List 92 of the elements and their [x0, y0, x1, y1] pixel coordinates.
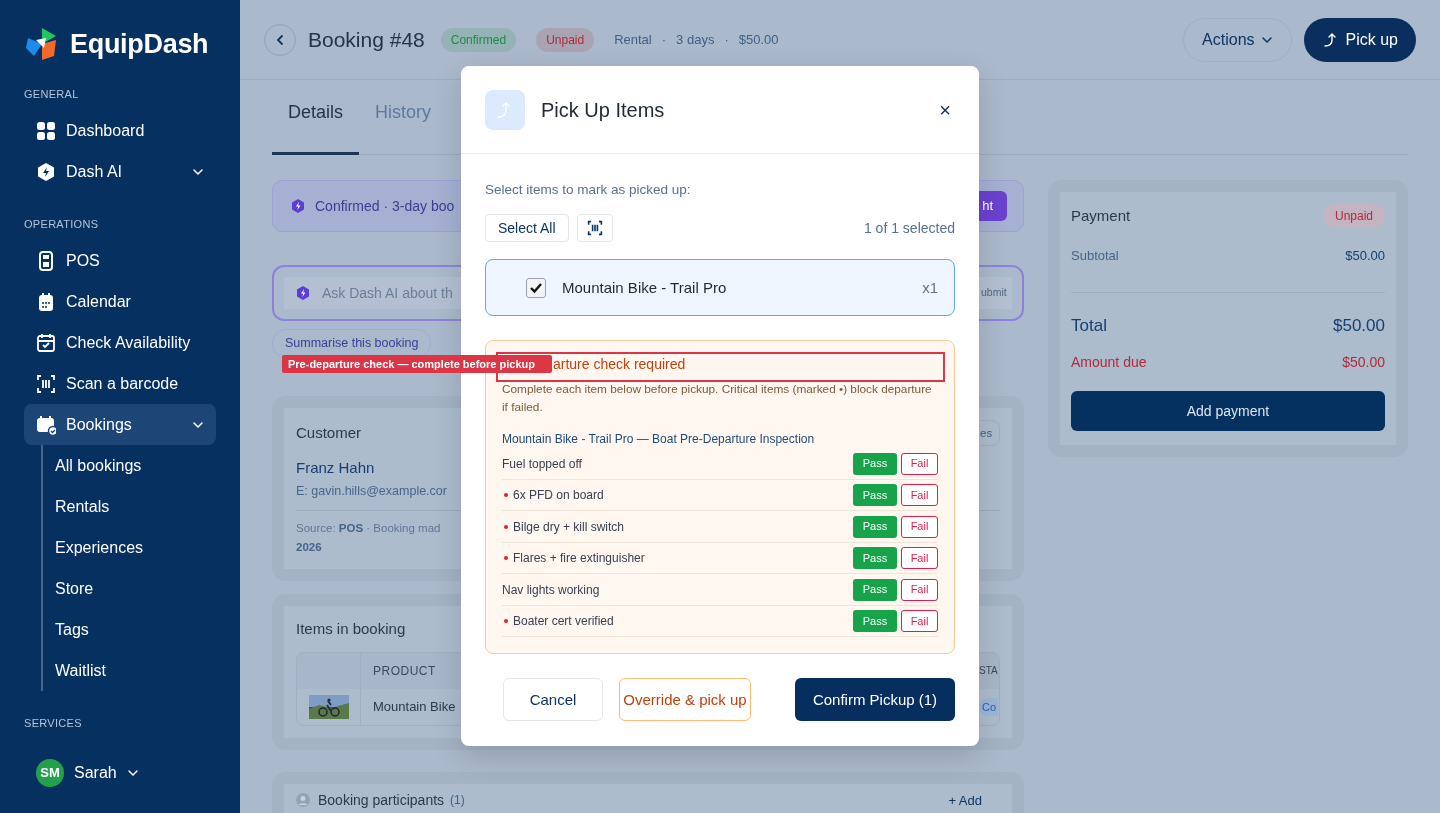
- column-header: PRODUCT: [373, 663, 436, 678]
- hexagon-bolt-icon: [291, 198, 305, 214]
- sidebar-subitem[interactable]: Waitlist: [55, 650, 216, 691]
- select-all-button[interactable]: Select All: [485, 214, 569, 243]
- booking-meta: $50.00: [738, 30, 779, 49]
- barcode-scan-icon: [36, 373, 56, 394]
- sidebar-item[interactable]: Check Availability: [24, 322, 216, 363]
- item-quantity: x1: [922, 277, 938, 298]
- payment-label: Subtotal: [1071, 247, 1119, 265]
- sidebar-item[interactable]: Dash AI: [24, 151, 216, 192]
- scan-button[interactable]: [576, 214, 613, 243]
- checklist-item: Bilge dry + kill switch: [513, 518, 626, 536]
- brand-name: EquipDash: [70, 27, 209, 61]
- add-payment-button[interactable]: Add payment: [1071, 391, 1385, 431]
- instruction-text: Select items to mark as picked up:: [485, 181, 692, 199]
- confirm-button[interactable]: Confirm Pickup (1): [795, 678, 955, 722]
- card-terminal-icon: [36, 250, 56, 271]
- warning-heading: arture check required: [553, 355, 686, 375]
- calendar-check-icon: [36, 414, 56, 435]
- fail-button[interactable]: Fail: [901, 547, 938, 569]
- sidebar-item[interactable]: Calendar: [24, 281, 216, 322]
- pick-up-button[interactable]: Pick up: [1303, 17, 1416, 62]
- sidebar-subitem[interactable]: All bookings: [55, 445, 216, 486]
- fail-button[interactable]: Fail: [901, 515, 938, 538]
- booking-meta: Rental: [614, 30, 652, 49]
- override-button[interactable]: Override & pick up: [619, 678, 751, 722]
- status-badge: Co: [979, 697, 999, 716]
- sidebar-subitem[interactable]: Tags: [55, 609, 216, 650]
- payment-label: Total: [1071, 314, 1107, 337]
- sidebar-item[interactable]: Bookings: [24, 404, 216, 445]
- user-name[interactable]: Sarah: [74, 761, 117, 785]
- sidebar-item[interactable]: Dashboard: [24, 110, 216, 151]
- sidebar-subitem[interactable]: Experiences: [55, 527, 216, 568]
- status-badge: Confirmed: [440, 27, 517, 52]
- person-icon: [296, 793, 310, 808]
- section-heading: GENERAL: [24, 87, 80, 102]
- section-heading: OPERATIONS: [24, 217, 100, 232]
- checklist-item: Flares + fire extinguisher: [513, 550, 646, 567]
- checklist-item: Fuel topped off: [502, 455, 583, 473]
- hexagon-bolt-icon: [36, 161, 56, 182]
- warning-text: Complete each item below before pickup. Critical items (marked •) block departure if failed.: [502, 381, 933, 417]
- table-cell: Mountain Bike: [373, 699, 456, 714]
- booking-meta: ·: [724, 30, 729, 49]
- payment-amount: $50.00: [1342, 353, 1385, 372]
- modal-title: Pick Up Items: [541, 97, 666, 123]
- card-title: Payment: [1071, 205, 1131, 226]
- customer-name[interactable]: Franz Hahn: [296, 457, 375, 478]
- fail-button[interactable]: Fail: [901, 484, 938, 506]
- calendar-icon: [36, 291, 56, 312]
- item-row[interactable]: Mountain Bike - Trail Pro x1: [485, 259, 955, 317]
- checklist-item: 6x PFD on board: [513, 487, 605, 504]
- grid-icon: [36, 120, 56, 141]
- hexagon-bolt-icon: [296, 285, 310, 301]
- checklist-title: Mountain Bike - Trail Pro — Boat Pre-Departure Inspection: [502, 431, 816, 449]
- sidebar-subitem[interactable]: Rentals: [55, 486, 216, 527]
- card-title: Items in booking: [296, 618, 406, 639]
- annotation-tooltip: Pre-departure check — complete before pickup: [282, 355, 552, 373]
- status-badge: Unpaid: [536, 27, 595, 52]
- page-title: Booking #48: [308, 26, 425, 53]
- barcode-scan-icon: [586, 220, 603, 237]
- section-heading: SERVICES: [24, 716, 83, 731]
- column-header: STA: [979, 664, 999, 679]
- sidebar-item[interactable]: POS: [24, 240, 216, 281]
- chevron-down-icon: [126, 767, 139, 779]
- card-title: Booking participants: [318, 790, 445, 810]
- booking-meta: 3 days: [676, 30, 715, 49]
- payment-amount: $50.00: [1345, 247, 1385, 265]
- close-button[interactable]: ×: [935, 99, 955, 120]
- payment-amount: $50.00: [1333, 314, 1385, 337]
- sidebar-item[interactable]: Scan a barcode: [24, 363, 216, 404]
- booking-date: 2026: [296, 539, 322, 555]
- payment-label: Amount due: [1071, 353, 1147, 372]
- calendar-check-icon: [36, 332, 56, 353]
- booking-meta: ·: [661, 30, 667, 49]
- fail-button[interactable]: Fail: [901, 610, 938, 632]
- user-avatar: SM: [36, 759, 64, 787]
- fail-button[interactable]: Fail: [901, 452, 938, 475]
- checkbox[interactable]: [526, 277, 546, 298]
- booking-source: Source: POS · Booking mad: [296, 520, 441, 536]
- card-button[interactable]: es: [980, 419, 1000, 446]
- checklist-item: Boater cert verified: [513, 613, 615, 630]
- customer-email: E: gavin.hills@example.cor: [296, 482, 447, 500]
- add-link[interactable]: + Add: [948, 790, 982, 810]
- cancel-button[interactable]: Cancel: [503, 678, 603, 722]
- fail-button[interactable]: Fail: [901, 578, 938, 601]
- chevron-left-icon: [274, 33, 286, 46]
- sidebar-subitem[interactable]: Store: [55, 568, 216, 609]
- participant-count: (1): [450, 792, 465, 810]
- status-badge: Unpaid: [1322, 204, 1385, 228]
- checklist-item: Nav lights working: [502, 581, 601, 599]
- tab[interactable]: Details: [272, 99, 360, 155]
- card-title: Customer: [296, 422, 362, 443]
